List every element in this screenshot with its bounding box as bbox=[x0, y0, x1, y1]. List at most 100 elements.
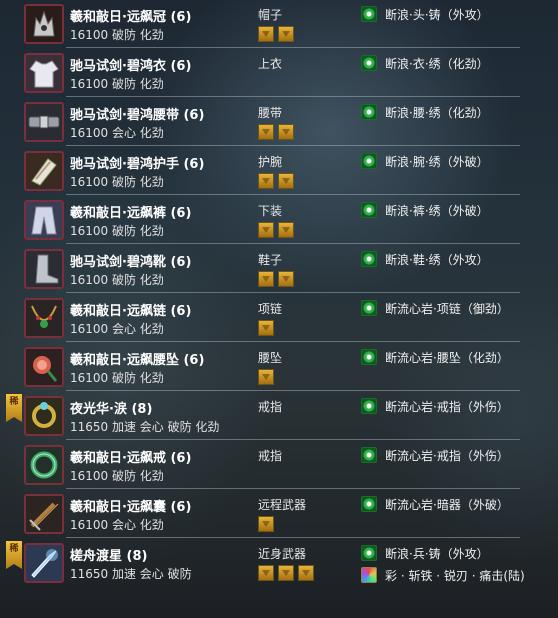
row-divider bbox=[66, 194, 520, 195]
equipment-row[interactable]: 羲和敲日·远飙腰坠 (6) 16100 破防 化劲 腰坠 断流心岩·腰坠（化劲） bbox=[0, 343, 520, 391]
gem-icon[interactable] bbox=[278, 173, 294, 189]
item-name: 槎舟渡星 (8) bbox=[70, 549, 148, 564]
gem-icon[interactable] bbox=[258, 26, 274, 42]
enchant-line: 断浪·衣·绣（化劲） bbox=[361, 55, 489, 71]
enchant-text: 断流心岩·项链（御劲） bbox=[385, 301, 509, 316]
jade-enchant-icon[interactable] bbox=[361, 300, 377, 316]
jade-enchant-icon[interactable] bbox=[361, 398, 377, 414]
jade-enchant-icon[interactable] bbox=[361, 202, 377, 218]
equipment-row[interactable]: 驰马试剑·碧鸿靴 (6) 16100 破防 化劲 鞋子 断浪·鞋·绣（外攻） bbox=[0, 245, 520, 293]
item-stats: 11650 加速 会心 破防 化劲 bbox=[70, 420, 220, 434]
colorful-stone-text: 彩 · 斩铁 · 锐刃 · 痛击(陆) bbox=[385, 568, 525, 583]
gem-slots bbox=[258, 320, 274, 336]
enchant-line: 断浪·腕·绣（外破） bbox=[361, 153, 489, 169]
item-name: 驰马试剑·碧鸿靴 (6) bbox=[70, 255, 192, 270]
gem-icon[interactable] bbox=[278, 565, 294, 581]
crown-helmet-icon[interactable] bbox=[24, 4, 64, 44]
pants-icon[interactable] bbox=[24, 200, 64, 240]
gem-slots bbox=[258, 26, 294, 42]
enchant-text: 断流心岩·暗器（外破） bbox=[385, 497, 509, 512]
equipment-row[interactable]: 驰马试剑·碧鸿衣 (6) 16100 破防 化劲 上衣 断浪·衣·绣（化劲） bbox=[0, 49, 520, 97]
jade-enchant-icon[interactable] bbox=[361, 104, 377, 120]
jade-enchant-icon[interactable] bbox=[361, 153, 377, 169]
enchant-line: 断流心岩·暗器（外破） bbox=[361, 496, 509, 512]
enchant-text: 断流心岩·戒指（外伤） bbox=[385, 448, 509, 463]
equipment-row[interactable]: 羲和敲日·远飙囊 (6) 16100 会心 化劲 远程武器 断流心岩·暗器（外破） bbox=[0, 490, 520, 538]
slot-label: 戒指 bbox=[258, 449, 283, 463]
equipment-row[interactable]: 驰马试剑·碧鸿腰带 (6) 16100 会心 化劲 腰带 断浪·腰·绣（化劲） bbox=[0, 98, 520, 146]
item-name: 羲和敲日·远飙腰坠 (6) bbox=[70, 353, 205, 368]
gem-icon[interactable] bbox=[278, 124, 294, 140]
belt-icon[interactable] bbox=[24, 102, 64, 142]
slot-label: 腰坠 bbox=[258, 351, 283, 365]
jade-enchant-icon[interactable] bbox=[361, 447, 377, 463]
gem-icon[interactable] bbox=[258, 369, 274, 385]
jade-enchant-icon[interactable] bbox=[361, 251, 377, 267]
robe-icon[interactable] bbox=[24, 53, 64, 93]
enchant-text: 断浪·腰·绣（化劲） bbox=[385, 105, 489, 120]
jade-enchant-icon[interactable] bbox=[361, 496, 377, 512]
enchant-text: 断浪·衣·绣（化劲） bbox=[385, 56, 489, 71]
equipment-row[interactable]: 稀 夜光华·涙 (8) 11650 加速 会心 破防 化劲 戒指 断流心岩·戒指（外伤） bbox=[0, 392, 520, 440]
jade-enchant-icon[interactable] bbox=[361, 6, 377, 22]
slot-label: 腰带 bbox=[258, 106, 283, 120]
pendant-icon[interactable] bbox=[24, 347, 64, 387]
gem-icon[interactable] bbox=[258, 320, 274, 336]
gem-icon[interactable] bbox=[258, 516, 274, 532]
slot-label: 护腕 bbox=[258, 155, 283, 169]
row-divider bbox=[66, 488, 520, 489]
item-stats: 16100 破防 化劲 bbox=[70, 273, 164, 287]
jade-ring-icon[interactable] bbox=[24, 445, 64, 485]
gem-icon[interactable] bbox=[278, 26, 294, 42]
equipment-row[interactable]: 稀 槎舟渡星 (8) 11650 加速 会心 破防 近身武器 断浪·兵·铸（外攻） 彩 ·… bbox=[0, 539, 525, 587]
gem-slots bbox=[258, 369, 274, 385]
gem-icon[interactable] bbox=[258, 173, 274, 189]
gem-icon[interactable] bbox=[278, 271, 294, 287]
slot-label: 项链 bbox=[258, 302, 283, 316]
enchant-line: 断浪·裤·绣（外破） bbox=[361, 202, 489, 218]
item-stats: 16100 破防 化劲 bbox=[70, 28, 164, 42]
slot-label: 近身武器 bbox=[258, 547, 307, 561]
row-divider bbox=[66, 439, 520, 440]
gem-icon[interactable] bbox=[298, 565, 314, 581]
jade-enchant-icon[interactable] bbox=[361, 545, 377, 561]
equipment-row[interactable]: 驰马试剑·碧鸿护手 (6) 16100 破防 化劲 护腕 断浪·腕·绣（外破） bbox=[0, 147, 520, 195]
colorful-stone-icon[interactable] bbox=[361, 567, 377, 583]
ring-icon[interactable] bbox=[24, 396, 64, 436]
weapon-icon[interactable] bbox=[24, 543, 64, 583]
slot-label: 远程武器 bbox=[258, 498, 307, 512]
equipment-row[interactable]: 羲和敲日·远飙裤 (6) 16100 破防 化劲 下装 断浪·裤·绣（外破） bbox=[0, 196, 520, 244]
item-name: 羲和敲日·远飙冠 (6) bbox=[70, 10, 192, 25]
item-stats: 16100 破防 化劲 bbox=[70, 371, 164, 385]
jade-enchant-icon[interactable] bbox=[361, 349, 377, 365]
equipment-row[interactable]: 羲和敲日·远飙戒 (6) 16100 破防 化劲 戒指 断流心岩·戒指（外伤） bbox=[0, 441, 520, 489]
enchant-text: 断浪·裤·绣（外破） bbox=[385, 203, 489, 218]
gem-icon[interactable] bbox=[258, 271, 274, 287]
jade-enchant-icon[interactable] bbox=[361, 55, 377, 71]
gem-slots bbox=[258, 271, 294, 287]
enchant-line: 断流心岩·戒指（外伤） bbox=[361, 447, 509, 463]
equipment-row[interactable]: 羲和敲日·远飙冠 (6) 16100 破防 化劲 帽子 断浪·头·铸（外攻） bbox=[0, 0, 520, 48]
item-name: 驰马试剑·碧鸿腰带 (6) bbox=[70, 108, 205, 123]
enchant-line: 断浪·腰·绣（化劲） bbox=[361, 104, 489, 120]
gem-slots bbox=[258, 516, 274, 532]
enchant-line: 断流心岩·腰坠（化劲） bbox=[361, 349, 509, 365]
rare-badge: 稀 bbox=[6, 394, 22, 422]
boots-icon[interactable] bbox=[24, 249, 64, 289]
gem-icon[interactable] bbox=[258, 222, 274, 238]
quiver-icon[interactable] bbox=[24, 494, 64, 534]
gem-icon[interactable] bbox=[258, 124, 274, 140]
row-divider bbox=[66, 292, 520, 293]
gem-icon[interactable] bbox=[278, 222, 294, 238]
gem-icon[interactable] bbox=[258, 565, 274, 581]
bracer-icon[interactable] bbox=[24, 151, 64, 191]
item-name: 羲和敲日·远飙链 (6) bbox=[70, 304, 192, 319]
item-stats: 16100 会心 化劲 bbox=[70, 126, 164, 140]
colorful-stone-line: 彩 · 斩铁 · 锐刃 · 痛击(陆) bbox=[361, 567, 525, 583]
enchant-line: 断浪·鞋·绣（外攻） bbox=[361, 251, 489, 267]
equipment-row[interactable]: 羲和敲日·远飙链 (6) 16100 会心 化劲 项链 断流心岩·项链（御劲） bbox=[0, 294, 520, 342]
item-stats: 16100 破防 化劲 bbox=[70, 224, 164, 238]
row-divider bbox=[66, 96, 520, 97]
necklace-icon[interactable] bbox=[24, 298, 64, 338]
enchant-line: 断浪·头·铸（外攻） bbox=[361, 6, 489, 22]
